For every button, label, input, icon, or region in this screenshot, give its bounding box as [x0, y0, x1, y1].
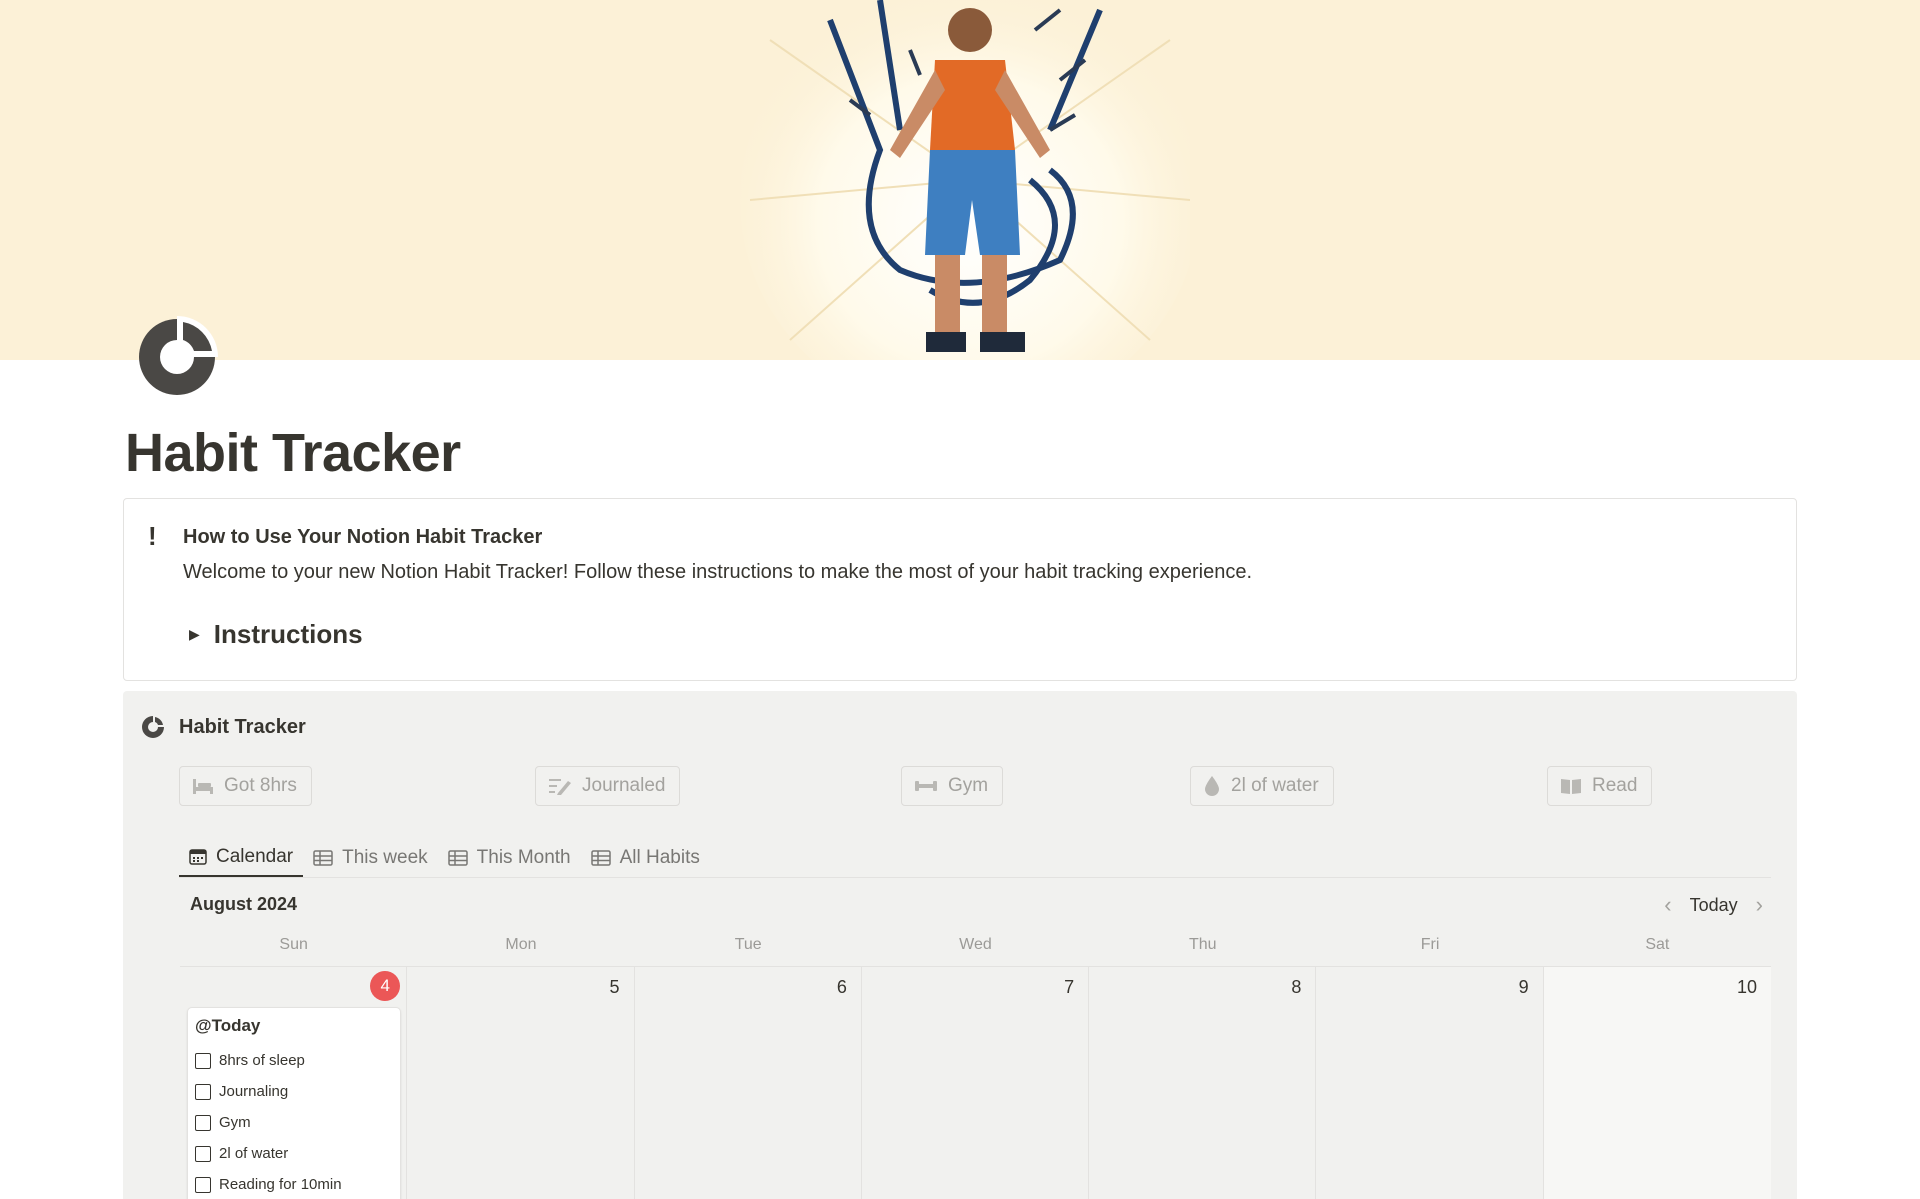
table-icon	[313, 850, 333, 866]
day-number: 10	[1736, 977, 1757, 997]
page-cover	[0, 0, 1920, 360]
table-icon	[590, 850, 611, 866]
journaled-label: Journaled	[582, 775, 666, 796]
toggle-label: Instructions	[213, 619, 363, 649]
chevron-right-icon[interactable]: ›	[1748, 892, 1771, 918]
tab-this-month[interactable]: This Month	[438, 839, 581, 877]
journal-icon	[549, 779, 571, 795]
gym-label: Gym	[948, 775, 989, 796]
weekday-header: Sun Mon Tue Wed Thu Fri Sat	[180, 936, 1771, 954]
exclamation-icon: !	[148, 521, 157, 551]
checkbox[interactable]	[195, 1145, 211, 1162]
read-button[interactable]: Read	[1547, 766, 1653, 806]
checkbox[interactable]	[195, 1176, 211, 1193]
book-icon	[1561, 779, 1581, 794]
checklist-label: Journaling	[219, 1083, 289, 1100]
checkbox[interactable]	[195, 1114, 211, 1131]
cover-illustration	[740, 0, 1190, 360]
dumbbell-icon	[915, 781, 937, 791]
day-number: 6	[836, 977, 847, 997]
day-number: 9	[1518, 977, 1529, 997]
tab-calendar[interactable]: Calendar	[179, 839, 304, 877]
toggle-arrow-icon[interactable]: ▶	[189, 626, 200, 643]
calendar-day-cell[interactable]: 10	[1543, 967, 1771, 1199]
bed-icon	[193, 779, 213, 794]
checklist-item: Gym	[195, 1107, 393, 1138]
weekday-label: Wed	[959, 936, 992, 953]
today-button[interactable]: Today	[1680, 895, 1748, 916]
database-pie-icon	[142, 715, 165, 738]
day-number: 7	[1064, 977, 1075, 997]
calendar-day-cell[interactable]: 9	[1316, 967, 1544, 1199]
weekday-label: Sun	[279, 936, 308, 953]
checklist-label: 8hrs of sleep	[219, 1052, 305, 1069]
instructions-toggle[interactable]: ▶ Instructions	[189, 619, 363, 650]
tab-all-habits[interactable]: All Habits	[581, 839, 710, 877]
checkbox[interactable]	[195, 1052, 211, 1069]
checklist-item: 2l of water	[195, 1138, 393, 1169]
checklist-item: Reading for 10min	[195, 1169, 393, 1199]
got-8hrs-label: Got 8hrs	[224, 775, 297, 796]
database-header: Habit Tracker	[141, 715, 306, 739]
calendar-grid: 4 @Today 8hrs of sleep Journaling Gym 2l…	[180, 966, 1771, 1199]
habit-tracker-database: Habit Tracker Got 8hrs Journaled Gym 2l …	[123, 691, 1797, 1199]
water-drop-icon	[1205, 776, 1219, 796]
checkbox[interactable]	[195, 1083, 211, 1100]
calendar-day-cell[interactable]: 6	[634, 967, 862, 1199]
callout-body: Welcome to your new Notion Habit Tracker…	[183, 561, 1253, 583]
callout-title: How to Use Your Notion Habit Tracker	[183, 526, 543, 548]
tab-this-month-label: This Month	[476, 847, 571, 868]
chevron-left-icon[interactable]: ‹	[1656, 892, 1679, 918]
gym-button[interactable]: Gym	[901, 766, 1004, 806]
calendar-icon	[189, 849, 207, 865]
got-8hrs-button[interactable]: Got 8hrs	[179, 766, 312, 806]
weekday-label: Sat	[1645, 936, 1670, 953]
checklist-label: Reading for 10min	[219, 1176, 342, 1193]
weekday-label: Mon	[505, 936, 537, 953]
water-label: 2l of water	[1231, 775, 1319, 796]
checklist-item: Journaling	[195, 1076, 393, 1107]
tabs-divider	[179, 877, 1771, 878]
habit-card[interactable]: @Today 8hrs of sleep Journaling Gym 2l o…	[187, 1007, 401, 1199]
weekday-label: Fri	[1420, 936, 1440, 953]
read-label: Read	[1592, 775, 1638, 796]
tab-all-habits-label: All Habits	[619, 847, 700, 868]
page-title[interactable]: Habit Tracker	[125, 422, 461, 484]
database-title[interactable]: Habit Tracker	[179, 716, 306, 739]
checklist-item: 8hrs of sleep	[195, 1045, 393, 1076]
calendar-nav: ‹ Today ›	[1656, 892, 1771, 918]
weekday-label: Tue	[734, 936, 762, 953]
page-icon-pie[interactable]	[136, 316, 218, 398]
water-button[interactable]: 2l of water	[1190, 766, 1334, 806]
day-number: 5	[609, 977, 620, 997]
checklist-label: 2l of water	[219, 1145, 289, 1162]
view-tabs: Calendar This week This Month All Habits	[179, 839, 710, 877]
today-date-badge: 4	[370, 971, 401, 1001]
instructions-callout: ! How to Use Your Notion Habit Tracker W…	[123, 498, 1797, 681]
calendar-day-cell[interactable]: 4 @Today 8hrs of sleep Journaling Gym 2l…	[180, 967, 408, 1199]
tab-this-week[interactable]: This week	[303, 839, 438, 877]
calendar-month-label: August 2024	[190, 894, 298, 914]
weekday-label: Thu	[1188, 936, 1217, 953]
tab-calendar-label: Calendar	[216, 846, 294, 867]
journaled-button[interactable]: Journaled	[535, 766, 681, 806]
table-icon	[447, 850, 468, 866]
day-number: 8	[1291, 977, 1302, 997]
tab-this-week-label: This week	[342, 847, 428, 868]
calendar-day-cell[interactable]: 8	[1089, 967, 1317, 1199]
habit-card-title: @Today	[195, 1016, 261, 1035]
checklist-label: Gym	[219, 1114, 251, 1131]
calendar-day-cell[interactable]: 7	[861, 967, 1090, 1199]
calendar-day-cell[interactable]: 5	[407, 967, 635, 1199]
